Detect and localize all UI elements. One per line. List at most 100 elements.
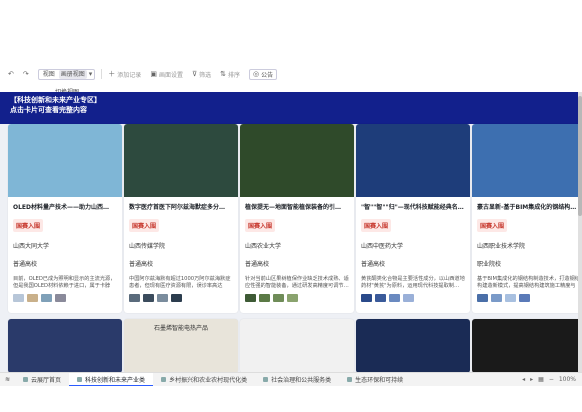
view-active-option[interactable]: 画册视图 — [58, 69, 87, 79]
attachment-thumbnail[interactable] — [403, 294, 414, 302]
gallery-settings-button[interactable]: ▣ 画面设置 — [150, 70, 183, 79]
sort-button[interactable]: ⇅ 排序 — [220, 70, 240, 79]
gallery-card[interactable]: 数字医疗首医下阿尔兹海默症多分… 国赛入围 山西传媒学院 普通高校 中国阿尔兹海… — [124, 124, 238, 313]
sheet-icon — [77, 376, 83, 382]
card-title: "智""智""归"—现代科技赋能经典名… — [361, 204, 464, 211]
card-cover-caption — [240, 319, 354, 323]
attachment-thumbnail[interactable] — [389, 294, 400, 302]
share-label: 公告 — [261, 71, 274, 79]
layers-icon: ≋ — [5, 376, 11, 383]
view-switcher[interactable]: 视图 画册视图 ▾ — [37, 68, 96, 80]
add-record-label: 添加记录 — [117, 71, 142, 79]
redo-button[interactable]: ↷ — [23, 70, 29, 78]
attachment-thumbnail[interactable] — [477, 294, 488, 302]
card-cover-caption: 石墨烯智能电热产品 — [153, 325, 208, 332]
sheet-tab[interactable]: 云展厅首页 — [15, 373, 69, 386]
filter-icon: ⊽ — [191, 70, 198, 78]
attachment-thumbnail[interactable] — [41, 294, 52, 302]
card-school: 山西大同大学 — [13, 243, 50, 250]
attachment-thumbnail[interactable] — [519, 294, 530, 302]
attachment-thumbnail[interactable] — [55, 294, 66, 302]
card-description: 基于BIM集成化的钢结构制造技术，打造钢结构建造新模式，提高钢结构建筑施工精度与… — [477, 276, 580, 289]
gallery-card[interactable] — [472, 319, 582, 373]
sort-label: 排序 — [227, 71, 240, 79]
card-title: 植保提无—地面智能植保装备的引… — [245, 204, 342, 211]
card-cover-image — [8, 124, 122, 197]
gallery-card[interactable] — [240, 319, 354, 373]
banner-subtitle: 点击卡片可查看完整内容 — [10, 106, 87, 114]
zoom-level[interactable]: 100% — [559, 376, 576, 383]
attachment-thumbnail[interactable] — [245, 294, 256, 302]
card-school: 山西传媒学院 — [129, 243, 166, 250]
gallery-settings-label: 画面设置 — [158, 71, 183, 79]
card-attachments — [124, 290, 238, 306]
card-attachments — [240, 290, 354, 306]
attachment-thumbnail[interactable] — [171, 294, 182, 302]
card-attachments — [356, 290, 470, 306]
grid-icon[interactable]: ▦ — [538, 376, 544, 383]
card-cover-image — [240, 124, 354, 197]
gallery-card[interactable]: "智""智""归"—现代科技赋能经典名… 国赛入围 山西中医药大学 普通高校 黄… — [356, 124, 470, 313]
gallery-card[interactable]: 豪古显新-基于BIM集成化的钢结构… 国赛入围 山西职业技术学院 职业院校 基于… — [472, 124, 582, 313]
filter-label: 筛选 — [199, 71, 212, 79]
sheet-tab[interactable]: 社会治理和公共服务类 — [255, 373, 339, 386]
gallery-card[interactable]: OLED材料量产技术——助力山西… 国赛入围 山西大同大学 普通高校 目前，OL… — [8, 124, 122, 313]
attachment-thumbnail[interactable] — [157, 294, 168, 302]
gallery-card[interactable]: 石墨烯智能电热产品 — [124, 319, 238, 373]
gallery-card[interactable] — [8, 319, 122, 373]
card-cover-caption — [472, 319, 582, 323]
share-button[interactable]: ◎ 公告 — [248, 68, 278, 80]
add-record-button[interactable]: ＋添加记录 — [108, 69, 141, 79]
view-label[interactable]: 视图 — [41, 70, 57, 79]
sheet-tab-label: 社会治理和公共服务类 — [271, 377, 332, 384]
filter-button[interactable]: ⊽ 筛选 — [192, 70, 211, 79]
sheet-tab[interactable]: 乡村振兴和农业农村现代化类 — [153, 373, 255, 386]
status-badge: 国赛入围 — [477, 219, 508, 232]
section-banner: 【科技创新和未来产业专区】 点击卡片可查看完整内容 — [0, 92, 578, 124]
gallery-card[interactable]: 植保提无—地面智能植保装备的引… 国赛入围 山西农业大学 普通高校 针对当前山区… — [240, 124, 354, 313]
sheet-tab[interactable]: 科技创新和未来产业类 — [69, 373, 154, 386]
card-title: OLED材料量产技术——助力山西… — [13, 204, 110, 211]
zoom-out-icon[interactable]: − — [549, 376, 554, 383]
sheet-icon — [161, 377, 167, 382]
card-description: 目前，OLED已成为照明和显示的主流光源，但是我国OLED材料依赖于进口，属于卡… — [13, 276, 116, 289]
attachment-thumbnail[interactable] — [129, 294, 140, 302]
attachment-thumbnail[interactable] — [273, 294, 284, 302]
plus-icon: ＋ — [108, 70, 116, 78]
card-cover-caption — [356, 319, 470, 323]
scrollbar-thumb[interactable] — [578, 96, 582, 216]
attachment-thumbnail[interactable] — [361, 294, 372, 302]
chevron-left-icon[interactable]: ◂ — [522, 376, 525, 383]
card-school: 山西农业大学 — [245, 243, 282, 250]
card-description: 针对当前山区果树植保作业缺乏技术成熟、适应性强的智能装备，通过研发高精度可调节… — [245, 276, 349, 289]
card-attachments — [8, 290, 122, 306]
card-type: 普通高校 — [13, 261, 38, 268]
card-cover-image — [356, 124, 470, 197]
attachment-thumbnail[interactable] — [143, 294, 154, 302]
card-type: 普通高校 — [245, 261, 270, 268]
gallery-card[interactable] — [356, 319, 470, 373]
sort-icon: ⇅ — [220, 70, 226, 78]
card-description: 中国阿尔兹海默有超过1000万阿尔兹海默症患者，但现有医疗资源有限，误诊率高达2… — [129, 276, 231, 289]
attachment-thumbnail[interactable] — [491, 294, 502, 302]
card-title: 豪古显新-基于BIM集成化的钢结构… — [477, 204, 577, 211]
sheet-tab-label: 乡村振兴和农业农村现代化类 — [169, 377, 248, 384]
chevron-down-icon[interactable]: ▾ — [89, 70, 93, 78]
undo-button[interactable]: ↶ — [8, 70, 14, 78]
chevron-right-icon[interactable]: ▸ — [530, 376, 533, 383]
sheet-tab-label: 云展厅首页 — [31, 377, 62, 384]
card-cover-caption — [8, 319, 122, 323]
sheet-icon — [263, 377, 269, 382]
card-title: 数字医疗首医下阿尔兹海默症多分… — [129, 204, 226, 211]
attachment-thumbnail[interactable] — [287, 294, 298, 302]
card-type: 普通高校 — [129, 261, 154, 268]
attachment-thumbnail[interactable] — [13, 294, 24, 302]
sheet-tab[interactable]: 生态环保和可持续 — [339, 373, 411, 386]
attachment-thumbnail[interactable] — [375, 294, 386, 302]
attachment-thumbnail[interactable] — [259, 294, 270, 302]
sheet-icon — [347, 377, 353, 382]
status-badge: 国赛入围 — [13, 219, 44, 232]
attachment-thumbnail[interactable] — [27, 294, 38, 302]
tab-bar-menu[interactable]: ≋ — [0, 373, 15, 386]
attachment-thumbnail[interactable] — [505, 294, 516, 302]
